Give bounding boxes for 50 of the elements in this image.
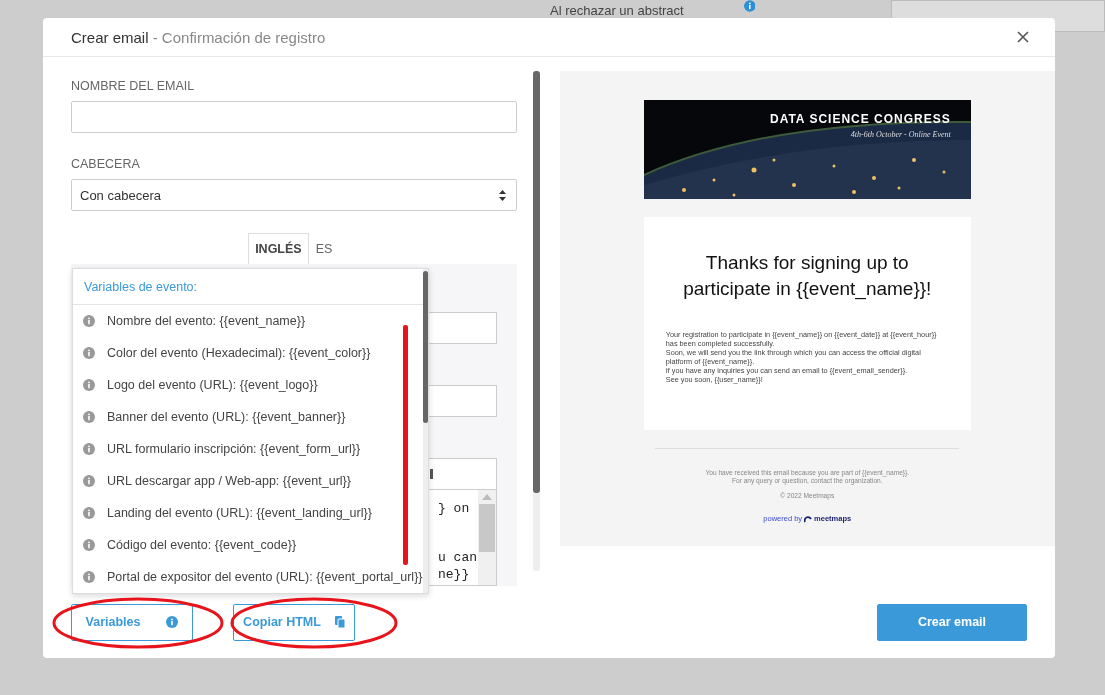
- row-label: Al rechazar un abstract: [550, 2, 685, 18]
- info-icon: [83, 443, 95, 456]
- field-label: CABECERA: [71, 157, 141, 172]
- variable-item[interactable]: Logo del evento (URL): {{event_logo}}: [73, 369, 423, 402]
- variable-text: URL formulario inscripción: {{event_form_url}}: [107, 442, 361, 457]
- scrollbar-thumb[interactable]: [422, 271, 428, 424]
- variable-item[interactable]: Landing del evento (URL): {{event_landing_url}}: [73, 497, 423, 530]
- banner-subtitle: 4th-6th October - Online Event: [850, 130, 951, 140]
- variable-item[interactable]: Portal de expositor del evento (URL): {{event_portal_url}}: [73, 561, 423, 594]
- menu-title: Variables de evento:: [84, 279, 198, 294]
- info-icon: [83, 347, 95, 360]
- select-field[interactable]: Con cabecera: [71, 179, 517, 212]
- variable-item[interactable]: Banner del evento (URL): {{event_banner}}: [73, 401, 423, 434]
- info-icon: [83, 507, 95, 520]
- variable-text: Código del evento: {{event_code}}: [107, 538, 297, 553]
- input-field[interactable]: [71, 101, 517, 134]
- scrollbar-thumb[interactable]: [478, 504, 495, 553]
- variable-text: Portal de expositor del evento (URL): {{event_portal_url}}: [107, 570, 423, 585]
- info-icon: [83, 539, 95, 552]
- variable-text: Nombre del evento: {{event_name}}: [107, 314, 306, 329]
- info-icon: [83, 379, 95, 392]
- banner-title: DATA SCIENCE CONGRESS: [769, 112, 951, 127]
- copy-icon: [334, 616, 345, 629]
- dialog-title: Crear email - Confirmación de registro: [71, 28, 326, 46]
- field-label: NOMBRE DEL EMAIL: [71, 79, 196, 94]
- email-heading: Thanks for signing up to participate in {{event_name}}!: [682, 251, 933, 302]
- info-icon: [83, 571, 95, 584]
- info-icon: [83, 411, 95, 424]
- language-tab[interactable]: INGLÉS: [248, 233, 309, 265]
- variable-item[interactable]: Código del evento: {{event_code}}: [73, 529, 423, 562]
- info-icon: [83, 315, 95, 328]
- close-icon[interactable]: [1017, 31, 1029, 44]
- variable-item[interactable]: URL descargar app / Web-app: {{event_url}}: [73, 465, 423, 498]
- variable-item[interactable]: Nombre del evento: {{event_name}}: [73, 305, 423, 338]
- variable-text: URL descargar app / Web-app: {{event_url}}: [107, 474, 351, 489]
- variable-text: Color del evento (Hexadecimal): {{event_color}}: [107, 346, 371, 361]
- variable-item[interactable]: Color del evento (Hexadecimal): {{event_color}}: [73, 337, 423, 370]
- variable-text: Logo del evento (URL): {{event_logo}}: [107, 378, 318, 393]
- info-icon: [743, 0, 756, 12]
- code-line: ne}}: [438, 566, 471, 584]
- variable-text: Landing del evento (URL): {{event_landing_url}}: [107, 506, 372, 521]
- info-icon: [166, 616, 179, 629]
- scrollbar-thumb[interactable]: [532, 71, 540, 494]
- variable-text: Banner del evento (URL): {{event_banner}}: [107, 410, 346, 425]
- variable-item[interactable]: URL formulario inscripción: {{event_form_url}}: [73, 433, 423, 466]
- sort-icon: [498, 189, 506, 201]
- info-icon: [83, 475, 95, 488]
- logo-icon: [804, 514, 813, 523]
- code-line: } on: [438, 500, 471, 518]
- code-line: u can: [438, 549, 478, 567]
